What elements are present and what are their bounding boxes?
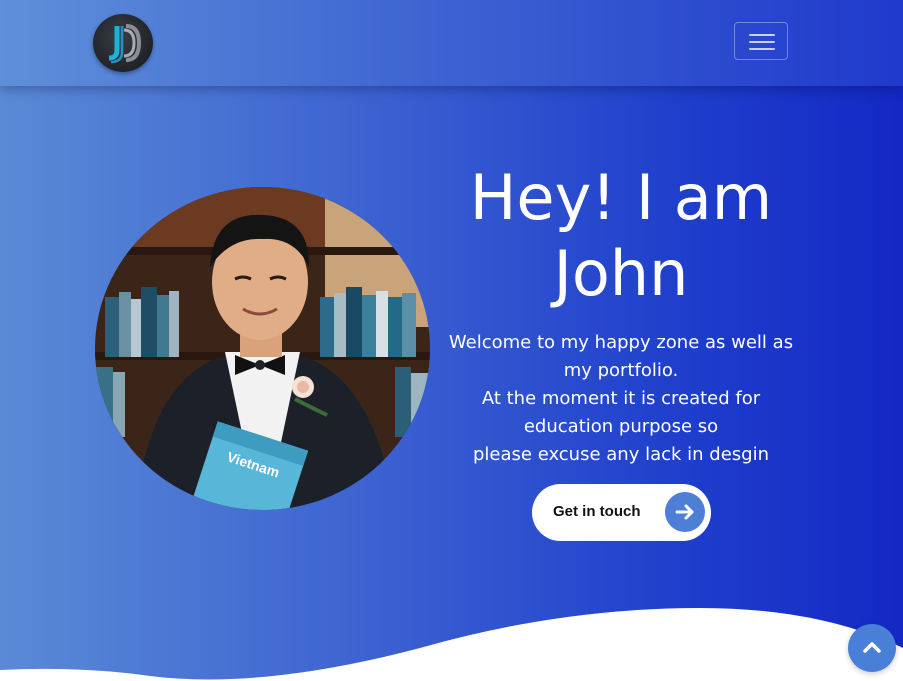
get-in-touch-button[interactable]: Get in touch xyxy=(532,484,711,541)
hamburger-line xyxy=(749,34,775,36)
intro-line: Welcome to my happy zone as well as xyxy=(448,332,794,353)
get-in-touch-label: Get in touch xyxy=(553,503,641,520)
logo-icon[interactable] xyxy=(93,14,153,72)
intro-line: education purpose so xyxy=(523,416,719,437)
intro-line: At the moment it is created for xyxy=(481,388,761,409)
navbar xyxy=(0,0,903,86)
hamburger-menu-button[interactable] xyxy=(734,22,788,60)
arrow-right-icon xyxy=(665,492,705,532)
scroll-to-top-button[interactable] xyxy=(848,624,896,672)
chevron-up-icon xyxy=(848,642,896,676)
hero-title-line2: John xyxy=(553,237,689,310)
hero-title: Hey! I am John xyxy=(440,160,802,312)
bottom-wave-divider xyxy=(0,608,903,681)
hamburger-line xyxy=(749,41,775,43)
hamburger-line xyxy=(749,48,775,50)
intro-line: my portfolio. xyxy=(563,360,679,381)
hero-intro: Welcome to my happy zone as well as my p… xyxy=(440,329,802,469)
hero-title-line1: Hey! I am xyxy=(469,161,773,234)
profile-photo: Vietnam xyxy=(95,187,430,510)
intro-line: please excuse any lack in desgin xyxy=(472,444,769,465)
